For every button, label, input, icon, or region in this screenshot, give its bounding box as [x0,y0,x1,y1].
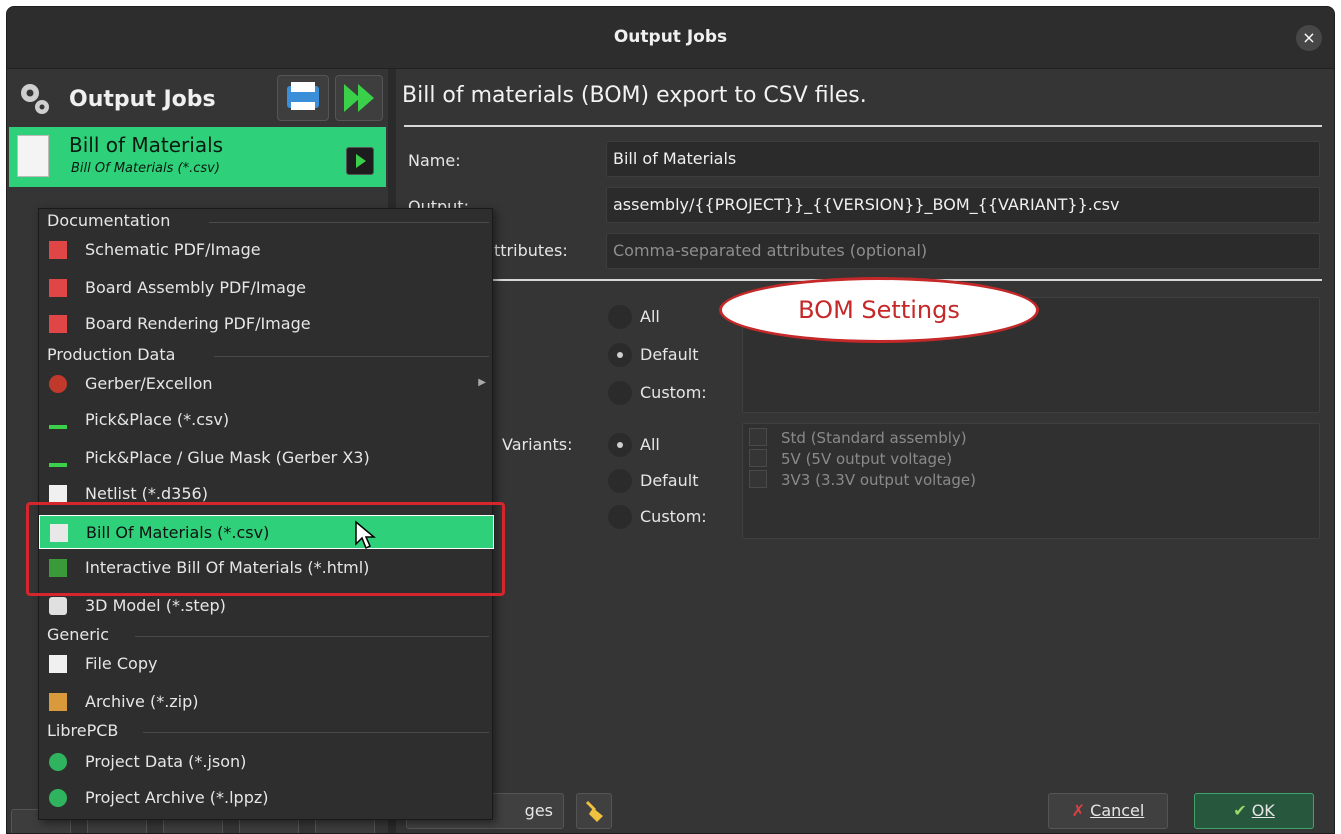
file-icon [49,485,67,503]
run-all-jobs-button[interactable] [335,75,383,121]
mouse-cursor-icon [355,520,376,550]
name-label: Name: [408,151,461,170]
menu-item-project-data-json[interactable]: Project Data (*.json) [39,745,494,779]
variant-checkbox-5v[interactable]: 5V (5V output voltage) [749,449,952,468]
menu-item-file-copy[interactable]: File Copy [39,647,494,681]
menu-item-board-assembly-pdf[interactable]: Board Assembly PDF/Image [39,271,494,305]
cancel-button[interactable]: ✗ Cancel [1048,793,1168,829]
3d-model-icon [49,597,67,615]
attributes-input[interactable]: Comma-separated attributes (optional) [606,233,1320,269]
play-icon [356,154,366,168]
run-job-button[interactable] [346,147,374,175]
menu-item-schematic-pdf[interactable]: Schematic PDF/Image [39,233,494,267]
window-title: Output Jobs [613,27,728,47]
ok-button[interactable]: ✔ OK [1194,793,1314,829]
job-title: Bill of Materials [69,133,224,157]
gerber-icon [49,375,67,393]
section-production-data: Production Data [47,345,176,364]
variant-checkbox-3v3[interactable]: 3V3 (3.3V output voltage) [749,470,976,489]
archive-icon [49,693,67,711]
menu-item-board-rendering-pdf[interactable]: Board Rendering PDF/Image [39,307,494,341]
pdf-icon [49,241,67,259]
pdf-icon [49,279,67,297]
cancel-icon: ✗ [1071,801,1086,820]
close-button[interactable]: × [1296,25,1322,51]
variant-checkbox-std[interactable]: Std (Standard assembly) [749,428,967,447]
job-description: Bill of materials (BOM) export to CSV fi… [402,83,867,108]
pick-place-icon [49,449,67,467]
separator [404,125,1322,127]
broom-icon [585,800,603,822]
gears-icon [21,84,49,114]
section-divider [143,732,489,733]
menu-item-pick-place-gerber-x3[interactable]: Pick&Place / Glue Mask (Gerber X3) [39,441,494,475]
save-jobs-button[interactable] [277,75,329,121]
menu-item-archive-zip[interactable]: Archive (*.zip) [39,685,494,719]
document-icon [17,135,49,177]
output-input[interactable]: assembly/{{PROJECT}}_{{VERSION}}_BOM_{{V… [606,187,1320,223]
clean-button[interactable] [576,793,612,829]
jobs-header-label: Output Jobs [69,87,216,112]
pick-place-icon [49,411,67,429]
check-icon: ✔ [1233,801,1247,820]
printer-icon [287,82,319,110]
menu-item-gerber-excellon[interactable]: Gerber/Excellon ▶ [39,367,494,401]
job-settings-panel: Bill of materials (BOM) export to CSV fi… [396,69,1334,833]
titlebar: Output Jobs × [7,7,1334,69]
pdf-icon [49,315,67,333]
section-documentation: Documentation [47,211,171,230]
section-generic: Generic [47,625,110,644]
librepcb-icon [49,753,67,771]
submenu-arrow-icon: ▶ [478,377,486,388]
copy-icon [49,655,67,673]
name-input[interactable]: Bill of Materials [606,141,1320,177]
job-subtitle: Bill Of Materials (*.csv) [71,161,220,176]
job-list-item[interactable]: Bill of Materials Bill Of Materials (*.c… [9,127,386,187]
variants-label: Variants: [502,435,573,454]
bom-settings-annotation: BOM Settings [719,277,1039,343]
fast-forward-icon [344,84,374,112]
section-divider [209,222,489,223]
highlight-annotation [26,502,505,596]
menu-item-project-archive-lppz[interactable]: Project Archive (*.lppz) [39,781,494,815]
jobs-header: Output Jobs [7,69,388,127]
menu-item-pick-place-csv[interactable]: Pick&Place (*.csv) [39,403,494,437]
variants-list: Std (Standard assembly) 5V (5V output vo… [742,423,1320,539]
section-librepcb: LibrePCB [47,721,119,740]
librepcb-icon [49,789,67,807]
attributes-label: ttributes: [494,241,568,260]
section-divider [135,636,489,637]
section-divider [214,356,489,357]
